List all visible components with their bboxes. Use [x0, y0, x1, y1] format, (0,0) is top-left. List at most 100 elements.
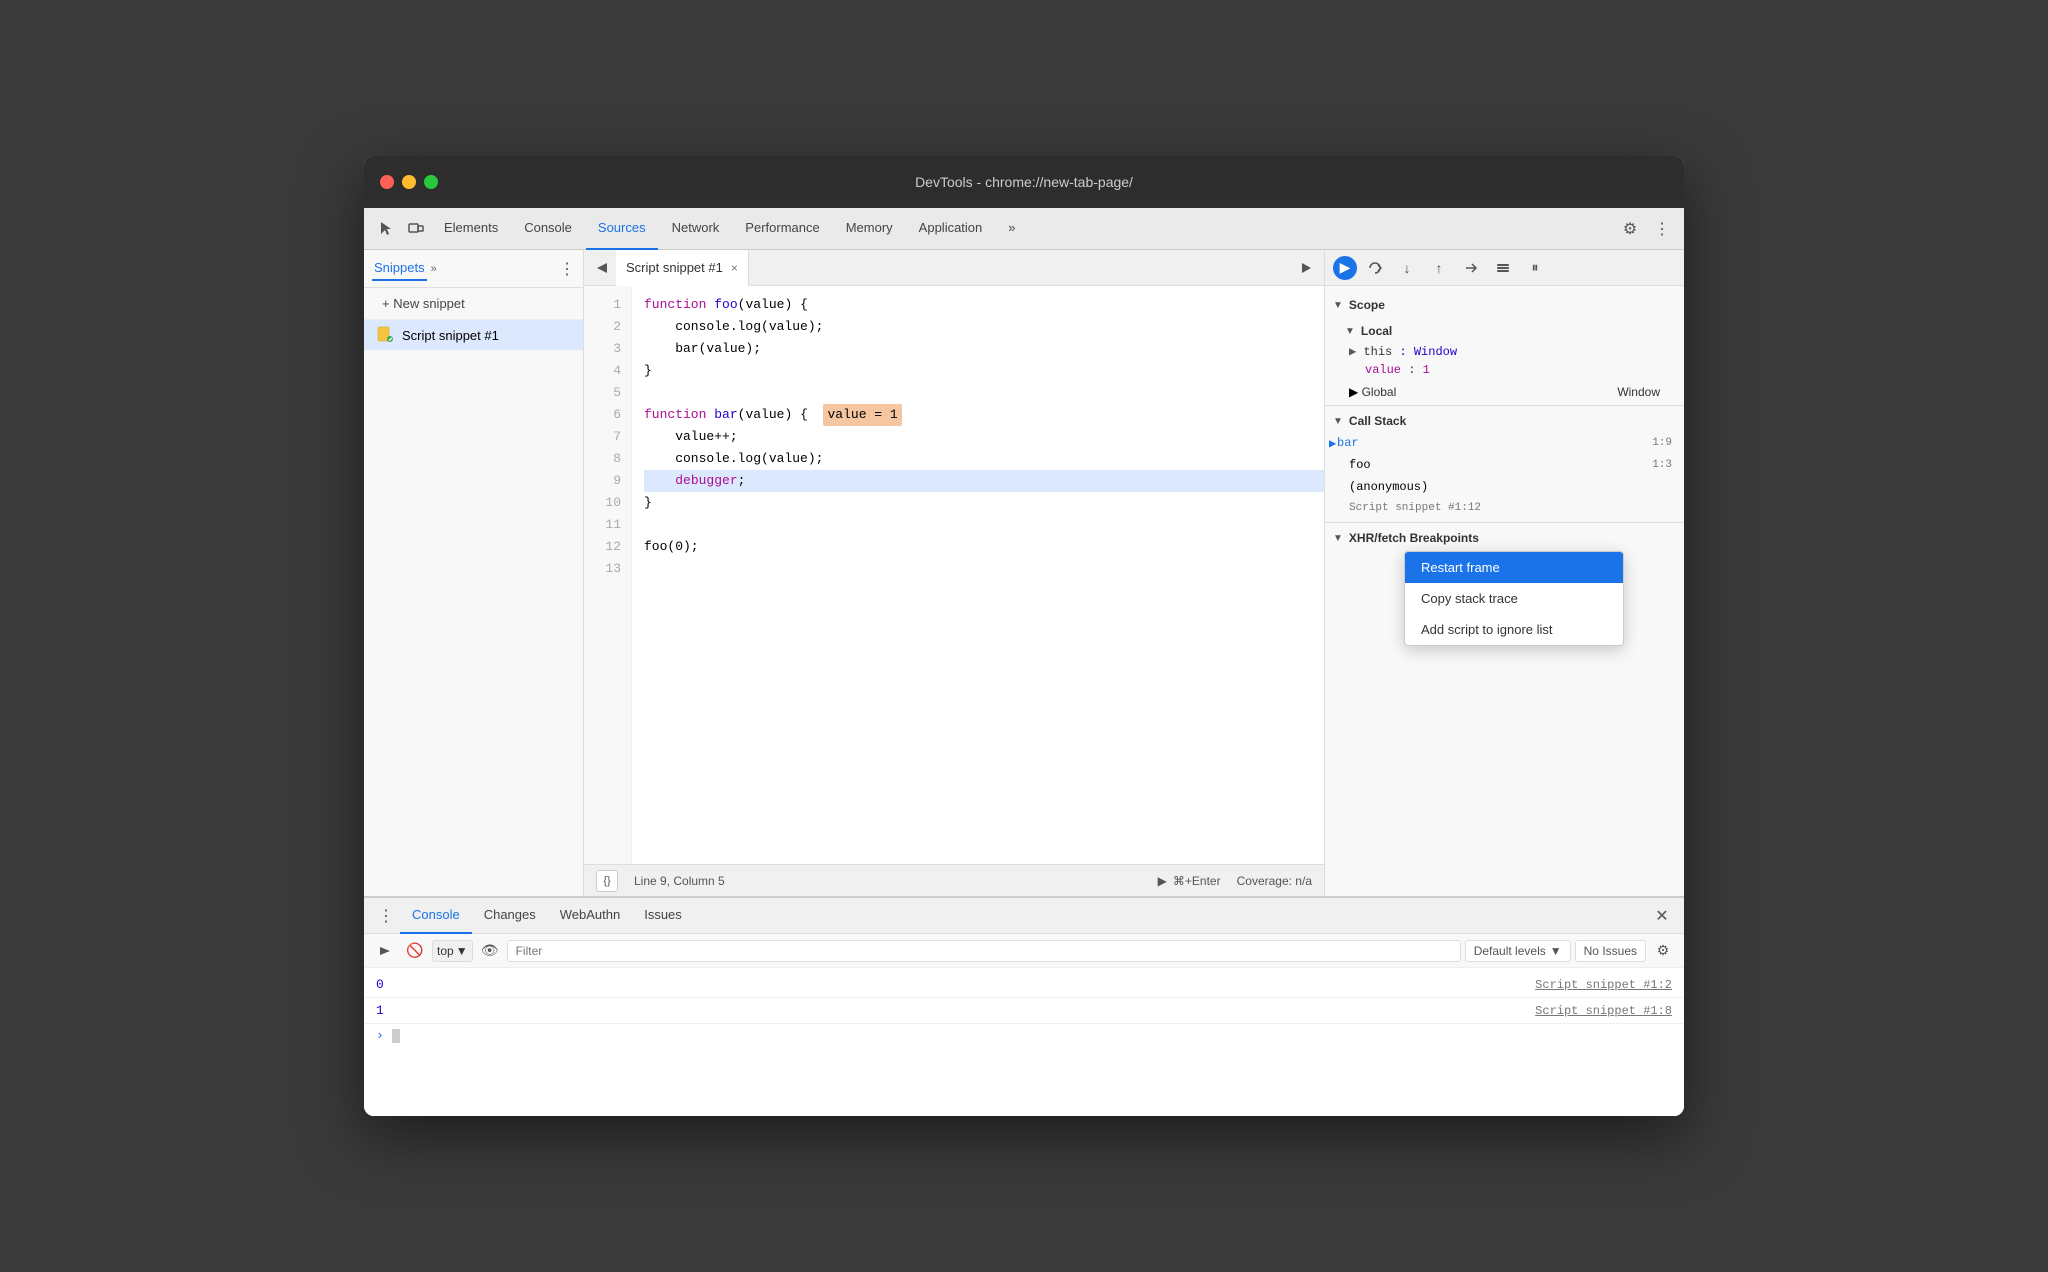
- vertical-dots-icon[interactable]: ⋮: [1648, 215, 1676, 243]
- sidebar-header: Snippets » ⋮: [364, 250, 583, 288]
- sidebar-more-btn[interactable]: ⋮: [559, 259, 575, 279]
- snippet-item-1[interactable]: Script snippet #1: [364, 320, 583, 350]
- bottom-tab-changes[interactable]: Changes: [472, 898, 548, 934]
- console-levels-dropdown[interactable]: Default levels ▼: [1465, 940, 1571, 962]
- line-col-status: Line 9, Column 5: [634, 874, 725, 888]
- run-triangle-icon: ▶: [1158, 874, 1167, 888]
- run-hint: ⌘+Enter: [1173, 874, 1221, 888]
- console-filter-input[interactable]: [507, 940, 1461, 962]
- code-line-12: foo(0);: [644, 536, 1324, 558]
- console-no-issues-badge: No Issues: [1575, 940, 1646, 962]
- scope-label: Scope: [1349, 298, 1385, 312]
- local-scope: ▼ Local ▶ this : Window value : 1: [1325, 316, 1684, 383]
- console-cursor[interactable]: [392, 1029, 400, 1043]
- console-log-src-0[interactable]: Script snippet #1:2: [1535, 978, 1672, 992]
- editor-status-bar: {} Line 9, Column 5 ▶ ⌘+Enter Coverage: …: [584, 864, 1324, 896]
- call-stack-item-bar[interactable]: ▶ bar 1:9: [1325, 432, 1684, 454]
- divider2: [1325, 522, 1684, 523]
- tab-bar-left: Elements Console Sources Network Perform…: [372, 208, 1028, 250]
- call-stack-chevron: ▼: [1333, 416, 1343, 427]
- call-stack-header[interactable]: ▼ Call Stack: [1325, 410, 1684, 432]
- close-traffic-light[interactable]: [380, 175, 394, 189]
- pointer-icon[interactable]: [372, 215, 400, 243]
- console-log-src-1[interactable]: Script snippet #1:8: [1535, 1004, 1672, 1018]
- code-line-7: value++;: [644, 426, 1324, 448]
- bottom-tab-right: ✕: [1648, 902, 1676, 930]
- console-eye-icon[interactable]: 👁: [477, 938, 503, 964]
- main-area: Snippets » ⋮ + New snippet Script snippe…: [364, 250, 1684, 896]
- bottom-tab-console[interactable]: Console: [400, 898, 472, 934]
- editor-back-btn[interactable]: [588, 254, 616, 282]
- title-bar: DevTools - chrome://new-tab-page/: [364, 156, 1684, 208]
- xhr-section-header[interactable]: ▼ XHR/fetch Breakpoints: [1325, 527, 1684, 549]
- code-line-4: }: [644, 360, 1324, 382]
- bottom-close-btn[interactable]: ✕: [1648, 902, 1676, 930]
- right-content: ▼ Scope ▼ Local ▶ this : Window: [1325, 286, 1684, 896]
- snippets-chevron[interactable]: »: [431, 263, 437, 275]
- tab-elements[interactable]: Elements: [432, 208, 510, 250]
- console-settings-icon[interactable]: ⚙: [1650, 938, 1676, 964]
- console-log-val-0: 0: [376, 977, 1535, 992]
- device-icon[interactable]: [402, 215, 430, 243]
- tab-more[interactable]: »: [996, 208, 1027, 250]
- local-chevron: ▼: [1345, 326, 1355, 337]
- code-line-1: function foo(value) {: [644, 294, 1324, 316]
- new-snippet-btn[interactable]: + New snippet: [364, 288, 583, 320]
- editor-tab-snippet1[interactable]: Script snippet #1 ×: [616, 250, 749, 286]
- code-line-13: [644, 558, 1324, 580]
- code-line-10: }: [644, 492, 1324, 514]
- gear-icon[interactable]: ⚙: [1616, 215, 1644, 243]
- bottom-more-btn[interactable]: ⋮: [372, 902, 400, 930]
- line-numbers: 1 2 3 4 5 6 7 8 9 10 11 12 13: [584, 286, 632, 864]
- code-line-9: debugger;: [644, 470, 1324, 492]
- console-prompt-row: ›: [364, 1024, 1684, 1047]
- right-panel: ▶ ↓ ↑: [1324, 250, 1684, 896]
- center-editor-area: Script snippet #1 × 1 2 3 4: [584, 250, 1324, 896]
- resume-btn[interactable]: ▶: [1333, 256, 1357, 280]
- step-out-btn[interactable]: ↑: [1425, 254, 1453, 282]
- tab-application[interactable]: Application: [907, 208, 995, 250]
- step-over-btn[interactable]: [1361, 254, 1389, 282]
- scope-section-header[interactable]: ▼ Scope: [1325, 294, 1684, 316]
- bottom-panel: ⋮ Console Changes WebAuthn Issues ✕: [364, 896, 1684, 1116]
- tab-bar-right: ⚙ ⋮: [1616, 215, 1676, 243]
- right-toolbar: ▶ ↓ ↑: [1325, 250, 1684, 286]
- bottom-tab-webauthn[interactable]: WebAuthn: [548, 898, 632, 934]
- tab-network[interactable]: Network: [660, 208, 732, 250]
- minimize-traffic-light[interactable]: [402, 175, 416, 189]
- step-into-btn[interactable]: ↓: [1393, 254, 1421, 282]
- tab-console[interactable]: Console: [512, 208, 584, 250]
- xhr-chevron: ▼: [1333, 533, 1343, 544]
- local-section-header[interactable]: ▼ Local: [1325, 320, 1684, 342]
- tab-performance[interactable]: Performance: [733, 208, 831, 250]
- top-context-dropdown[interactable]: top ▼: [432, 940, 473, 962]
- bottom-tab-issues[interactable]: Issues: [632, 898, 694, 934]
- step-btn[interactable]: [1457, 254, 1485, 282]
- console-block-icon[interactable]: 🚫: [402, 938, 428, 964]
- snippets-tab[interactable]: Snippets: [372, 256, 427, 281]
- code-line-8: console.log(value);: [644, 448, 1324, 470]
- pause-btn[interactable]: ⏸: [1521, 254, 1549, 282]
- console-log-row-1: 1 Script snippet #1:8: [364, 998, 1684, 1024]
- global-section-row[interactable]: ▶ Global Window: [1325, 383, 1684, 401]
- code-editor: 1 2 3 4 5 6 7 8 9 10 11 12 13: [584, 286, 1324, 864]
- editor-run-btn[interactable]: [1292, 254, 1320, 282]
- maximize-traffic-light[interactable]: [424, 175, 438, 189]
- this-property: ▶ this : Window: [1325, 342, 1684, 361]
- tab-sources[interactable]: Sources: [586, 208, 658, 250]
- tab-memory[interactable]: Memory: [834, 208, 905, 250]
- devtools-body: Elements Console Sources Network Perform…: [364, 208, 1684, 1116]
- editor-tab-label: Script snippet #1: [626, 260, 723, 275]
- devtools-window: DevTools - chrome://new-tab-page/ Elem: [364, 156, 1684, 1116]
- deactivate-btn[interactable]: [1489, 254, 1517, 282]
- console-output: 0 Script snippet #1:2 1 Script snippet #…: [364, 968, 1684, 1116]
- call-stack-item-anon[interactable]: (anonymous): [1325, 476, 1684, 498]
- call-stack-item-foo[interactable]: foo 1:3: [1325, 454, 1684, 476]
- value-property: value : 1: [1325, 361, 1684, 379]
- console-execute-btn[interactable]: [372, 938, 398, 964]
- code-line-3: bar(value);: [644, 338, 1324, 360]
- format-btn[interactable]: {}: [596, 870, 618, 892]
- console-log-row-0: 0 Script snippet #1:2: [364, 972, 1684, 998]
- call-stack-item-snippet[interactable]: Script snippet #1:12: [1325, 498, 1684, 518]
- editor-tab-close-btn[interactable]: ×: [731, 261, 738, 275]
